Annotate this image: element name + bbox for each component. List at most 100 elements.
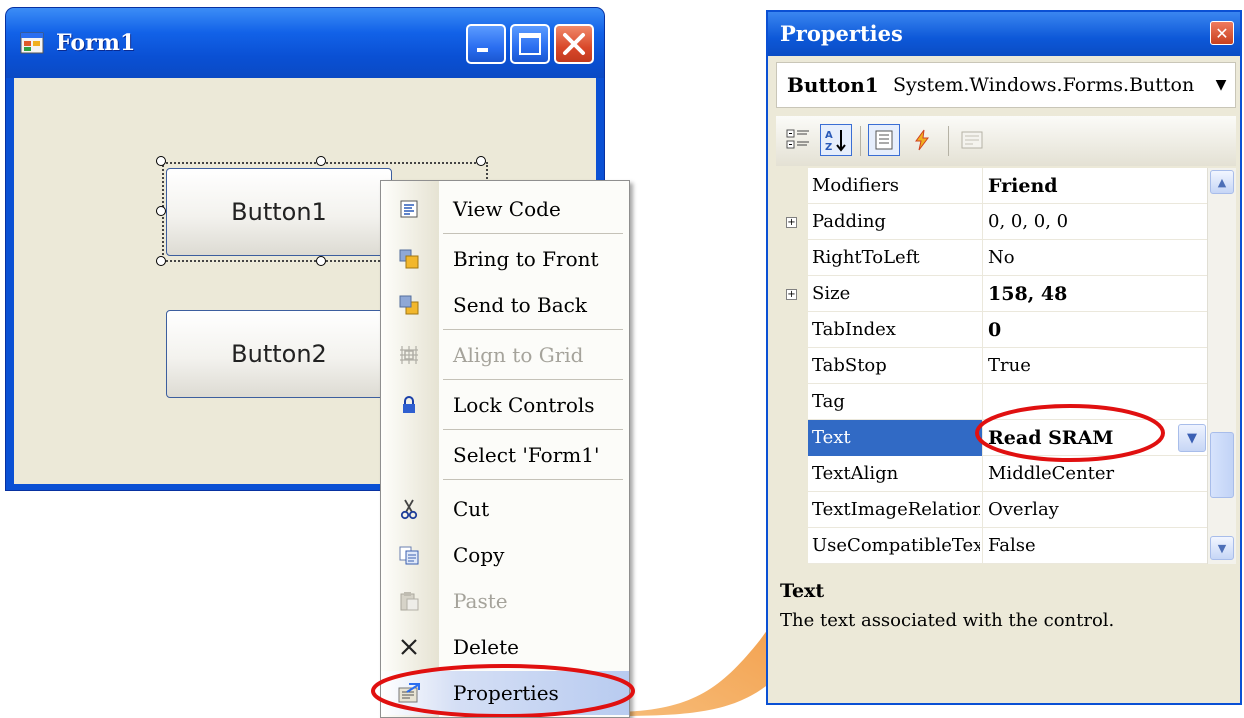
menu-item-cut[interactable]: Cut (381, 487, 629, 531)
property-value[interactable]: 158, 48 (988, 283, 1188, 305)
row-margin (776, 528, 808, 564)
expand-plus-icon[interactable]: + (786, 217, 797, 228)
row-margin (776, 456, 808, 492)
form-title-bar[interactable]: Form1 (6, 8, 604, 78)
property-name: Padding (812, 211, 886, 232)
property-value[interactable]: Overlay (988, 499, 1188, 520)
properties-close-button[interactable]: ✕ (1210, 21, 1234, 45)
resize-handle-bottom-left[interactable] (156, 256, 166, 266)
close-button[interactable] (554, 24, 594, 64)
scroll-down-button[interactable]: ▼ (1210, 536, 1234, 560)
button1[interactable]: Button1 (166, 168, 392, 256)
description-body: The text associated with the control. (780, 610, 1115, 631)
object-selector[interactable]: Button1 System.Windows.Forms.Button ▼ (776, 62, 1236, 108)
column-divider (982, 492, 983, 528)
scroll-up-button[interactable]: ▲ (1210, 170, 1234, 194)
menu-item-label: Align to Grid (453, 343, 584, 367)
description-title: Text (780, 580, 825, 602)
align-to-grid-icon (397, 343, 421, 367)
menu-item-align-to-grid[interactable]: Align to Grid (381, 333, 629, 377)
column-divider (982, 168, 983, 204)
menu-item-label: Properties (453, 681, 559, 705)
properties-title-bar[interactable]: Properties ✕ (768, 12, 1240, 56)
row-margin: + (776, 276, 808, 312)
menu-item-label: View Code (453, 197, 561, 221)
property-row-size[interactable]: + Size 158, 48 (776, 276, 1208, 312)
events-button[interactable] (906, 124, 938, 156)
context-menu: View Code Bring to Front Send to Back Al… (380, 180, 630, 718)
property-row-textimagerelation[interactable]: TextImageRelation Overlay (776, 492, 1208, 528)
row-margin (776, 240, 808, 276)
property-name: RightToLeft (812, 247, 920, 268)
svg-text:Z: Z (825, 142, 832, 153)
property-name: TabIndex (812, 319, 896, 340)
property-value[interactable]: True (988, 355, 1188, 376)
menu-item-delete[interactable]: Delete (381, 625, 629, 669)
property-row-padding[interactable]: + Padding 0, 0, 0, 0 (776, 204, 1208, 240)
property-row-tabindex[interactable]: TabIndex 0 (776, 312, 1208, 348)
menu-item-paste[interactable]: Paste (381, 579, 629, 623)
resize-handle-bottom[interactable] (316, 256, 326, 266)
column-divider (982, 312, 983, 348)
property-pages-button[interactable] (956, 124, 988, 156)
property-row-text[interactable]: Text Read SRAM ▼ (776, 420, 1208, 456)
button2[interactable]: Button2 (166, 310, 392, 398)
expand-plus-icon[interactable]: + (786, 289, 797, 300)
menu-item-view-code[interactable]: View Code (381, 187, 629, 231)
menu-item-select-form1[interactable]: Select 'Form1' (381, 433, 629, 477)
property-value[interactable]: False (988, 535, 1188, 556)
menu-item-send-to-back[interactable]: Send to Back (381, 283, 629, 327)
property-row-textalign[interactable]: TextAlign MiddleCenter (776, 456, 1208, 492)
property-name: Tag (812, 391, 845, 412)
categorized-icon (786, 129, 809, 149)
properties-icon (397, 681, 421, 705)
resize-handle-top-right[interactable] (476, 156, 486, 166)
grid-scrollbar[interactable]: ▲ ▼ (1207, 168, 1236, 564)
alphabetical-sort-icon: AZ (825, 130, 846, 153)
menu-item-properties[interactable]: Properties (381, 671, 629, 715)
property-row-tag[interactable]: Tag (776, 384, 1208, 420)
maximize-button[interactable] (510, 24, 550, 64)
chevron-up-icon: ▲ (1217, 175, 1227, 189)
minimize-button[interactable] (466, 24, 506, 64)
property-row-tabstop[interactable]: TabStop True (776, 348, 1208, 384)
menu-item-label: Send to Back (453, 293, 587, 317)
menu-item-label: Delete (453, 635, 519, 659)
row-margin: + (776, 204, 808, 240)
property-name: Size (812, 283, 851, 304)
categorized-button[interactable] (782, 124, 814, 156)
property-row-righttoleft[interactable]: RightToLeft No (776, 240, 1208, 276)
resize-handle-left[interactable] (156, 206, 166, 216)
chevron-down-icon: ▼ (1217, 541, 1227, 555)
chevron-down-icon[interactable]: ▼ (1209, 69, 1233, 101)
menu-item-copy[interactable]: Copy (381, 533, 629, 577)
object-name: Button1 (787, 73, 879, 97)
properties-title: Properties (780, 21, 903, 46)
property-row-usecompatibletext[interactable]: UseCompatibleTex False (776, 528, 1208, 564)
menu-item-lock-controls[interactable]: Lock Controls (381, 383, 629, 427)
column-divider (982, 276, 983, 312)
text-property-value[interactable]: Read SRAM (988, 427, 1188, 449)
property-name: UseCompatibleTex (812, 535, 980, 556)
copy-icon (397, 543, 421, 567)
property-value[interactable]: 0 (988, 319, 1188, 341)
property-value[interactable]: MiddleCenter (988, 463, 1188, 484)
menu-item-label: Select 'Form1' (453, 443, 600, 467)
resize-handle-top-left[interactable] (156, 156, 166, 166)
scroll-thumb[interactable] (1210, 432, 1234, 498)
property-value[interactable]: No (988, 247, 1188, 268)
menu-item-bring-to-front[interactable]: Bring to Front (381, 237, 629, 281)
property-name: TextAlign (812, 463, 899, 484)
property-value[interactable]: Friend (988, 175, 1188, 197)
property-pages-icon (875, 130, 893, 150)
send-to-back-icon (397, 293, 421, 317)
properties-view-button[interactable] (868, 124, 900, 156)
resize-handle-top[interactable] (316, 156, 326, 166)
column-divider (982, 528, 983, 564)
text-value-dropdown-button[interactable]: ▼ (1178, 424, 1206, 452)
row-margin (776, 312, 808, 348)
property-value[interactable]: 0, 0, 0, 0 (988, 211, 1188, 232)
bring-to-front-icon (397, 247, 421, 271)
alphabetical-button[interactable]: AZ (820, 124, 852, 156)
property-row-modifiers[interactable]: Modifiers Friend (776, 168, 1208, 204)
